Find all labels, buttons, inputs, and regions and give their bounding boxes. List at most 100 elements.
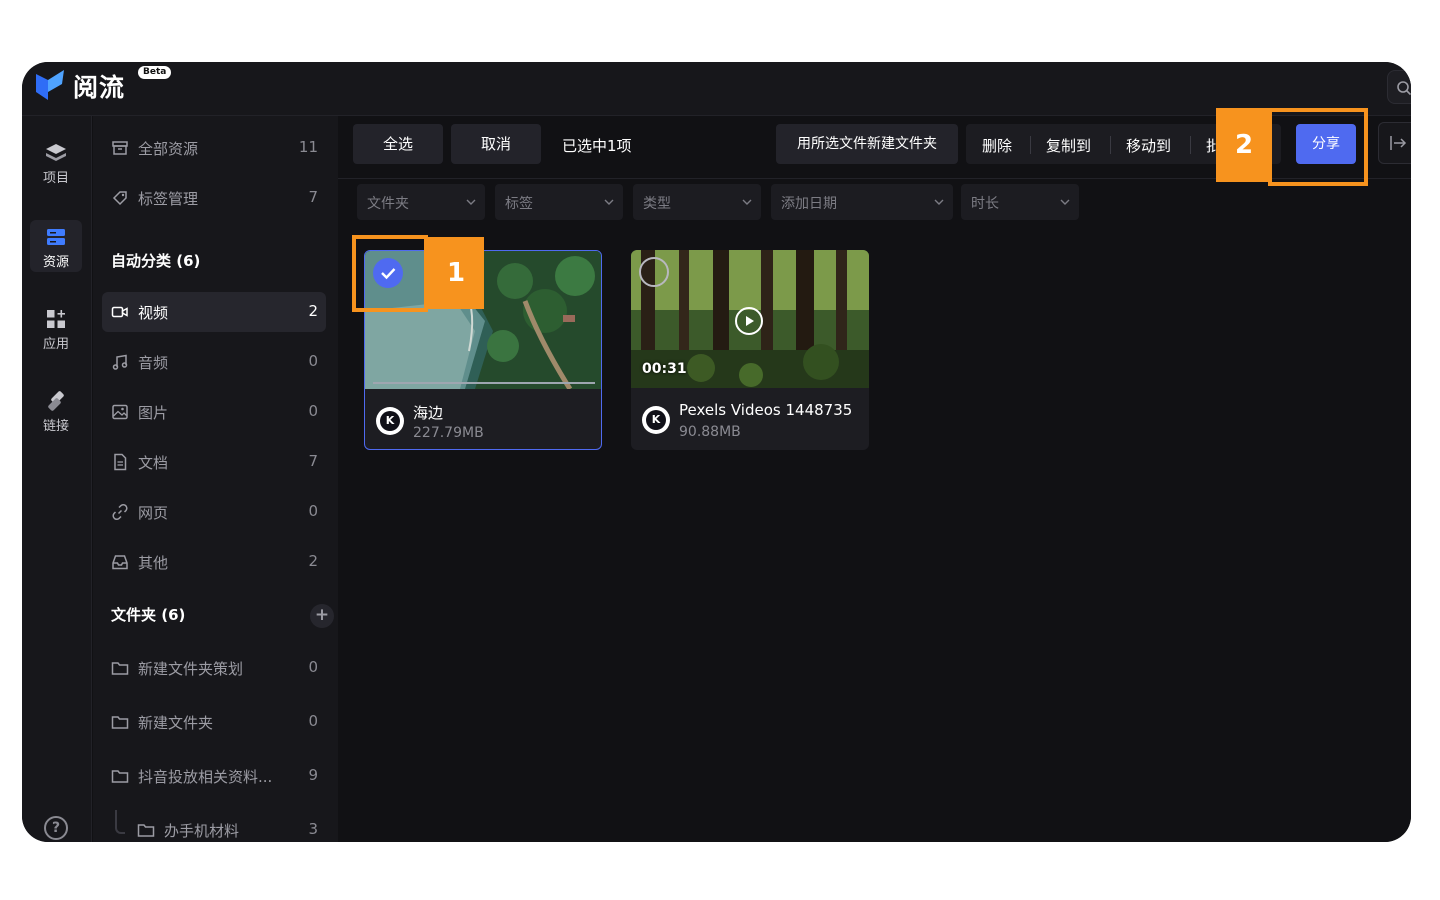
sidebar-item-count: 2 [308,302,318,320]
sidebar-item-count: 7 [308,188,318,206]
sidebar-item-label: 图片 [138,404,169,422]
progress-scrubber[interactable] [373,382,595,384]
collapse-panel-button[interactable] [1378,122,1411,164]
filter-date-added[interactable]: 添加日期 [771,184,953,220]
folder-count: 0 [308,658,318,676]
divider [1190,136,1191,154]
owner-avatar: K [376,407,404,435]
beta-badge: Beta [138,66,172,79]
sidebar-item-documents[interactable]: 文档 7 [102,442,326,482]
avatar-letter: K [380,411,400,431]
tag-icon [112,191,127,206]
avatar-letter: K [646,410,666,430]
link-icon [112,503,128,521]
sidebar-item-count: 7 [308,452,318,470]
link-icon [48,391,64,411]
document-icon [114,453,127,471]
sidebar-item-label: 全部资源 [138,140,199,158]
video-icon [111,306,128,318]
folders-heading-label: 文件夹 (6) [111,606,186,624]
folder-label: 新建文件夹策划 [138,660,244,678]
sidebar-item-label: 文档 [138,454,169,472]
main-content: 全选 取消 已选中1项 用所选文件新建文件夹 删除 复制到 移动到 批 分享 文… [338,116,1411,842]
rail-label: 链接 [42,419,69,434]
filter-duration[interactable]: 时长 [961,184,1079,220]
folder-item[interactable]: 新建文件夹 0 [102,702,326,742]
sidebar-item-images[interactable]: 图片 0 [102,392,326,432]
rail-item-projects[interactable]: 项目 [30,136,82,188]
folders-heading: 文件夹 (6) + [111,604,334,628]
select-checkbox[interactable] [639,257,669,287]
chevron-down-icon [604,199,614,205]
folder-item[interactable]: 抖音投放相关资料... 9 [102,756,326,796]
rail-item-apps[interactable]: 应用 [30,302,82,354]
rail-item-resources[interactable]: 资源 [30,220,82,272]
new-folder-from-selection-button[interactable]: 用所选文件新建文件夹 [776,124,958,164]
folder-label: 抖音投放相关资料... [138,768,273,786]
rail-label: 应用 [42,337,69,352]
asset-card[interactable]: 00:31 K Pexels Videos 1448735 90.88MB [631,250,869,450]
play-icon[interactable] [735,307,763,335]
search-button[interactable] [1387,70,1411,104]
music-icon [112,354,128,370]
rail-item-links[interactable]: 链接 [30,384,82,436]
filter-bar: 文件夹 标签 类型 添加日期 时长 [338,178,1411,220]
layers-icon [46,144,66,161]
delete-button[interactable]: 删除 [982,135,1012,156]
callout-1-badge: 1 [428,237,484,309]
folder-icon [111,716,129,729]
archive-icon [112,141,128,155]
resources-icon [47,229,65,245]
add-folder-button[interactable]: + [310,604,334,628]
app-window: 阅流 Beta 项目 资源 应用 链接 ? 全部资源 11 标签管理 7 自动分… [22,62,1411,842]
cancel-button[interactable]: 取消 [451,124,541,164]
filter-label: 类型 [643,196,671,212]
apps-grid-icon [47,310,65,328]
sidebar-item-webpages[interactable]: 网页 0 [102,492,326,532]
tree-connector [115,810,125,834]
file-name: 海边 [413,404,444,422]
folder-icon [111,770,129,783]
sidebar-item-other[interactable]: 其他 2 [102,542,326,582]
folder-count: 0 [308,712,318,730]
folder-count: 9 [308,766,318,784]
filter-label: 标签 [505,196,533,212]
select-all-button[interactable]: 全选 [353,124,443,164]
sidebar-item-label: 其他 [138,554,169,572]
auto-category-heading: 自动分类 (6) [111,252,201,270]
filter-type[interactable]: 类型 [633,184,761,220]
chevron-down-icon [742,199,752,205]
selection-count: 已选中1项 [562,137,632,155]
filter-label: 文件夹 [367,196,409,212]
top-bar: 阅流 Beta [22,62,1411,116]
divider [1110,136,1111,154]
filter-label: 时长 [971,196,999,212]
subfolder-item[interactable]: 办手机材料 3 [128,810,326,842]
sidebar: 全部资源 11 标签管理 7 自动分类 (6) 视频 2 音频 0 图片 0 文… [93,116,338,842]
sidebar-item-label: 标签管理 [138,190,199,208]
owner-avatar: K [642,406,670,434]
folder-item[interactable]: 新建文件夹策划 0 [102,648,326,688]
sidebar-item-count: 0 [308,502,318,520]
move-to-button[interactable]: 移动到 [1126,135,1171,156]
filter-tags[interactable]: 标签 [495,184,623,220]
help-icon[interactable]: ? [44,816,68,840]
folder-count: 3 [308,820,318,838]
video-duration: 00:31 [642,361,687,377]
folder-label: 新建文件夹 [138,714,214,732]
chevron-down-icon [466,199,476,205]
sidebar-item-count: 11 [298,138,318,156]
filter-folder[interactable]: 文件夹 [357,184,485,220]
folder-label: 办手机材料 [164,822,240,840]
sidebar-item-count: 0 [308,402,318,420]
sidebar-item-audio[interactable]: 音频 0 [102,342,326,382]
sidebar-item-tags[interactable]: 标签管理 7 [102,178,326,218]
image-icon [112,404,128,420]
file-size: 90.88MB [679,424,741,440]
sidebar-item-video[interactable]: 视频 2 [102,292,326,332]
nav-rail: 项目 资源 应用 链接 ? [22,116,92,842]
file-size: 227.79MB [413,425,484,441]
sidebar-item-all-resources[interactable]: 全部资源 11 [102,128,326,168]
sidebar-item-count: 2 [308,552,318,570]
copy-to-button[interactable]: 复制到 [1046,135,1091,156]
